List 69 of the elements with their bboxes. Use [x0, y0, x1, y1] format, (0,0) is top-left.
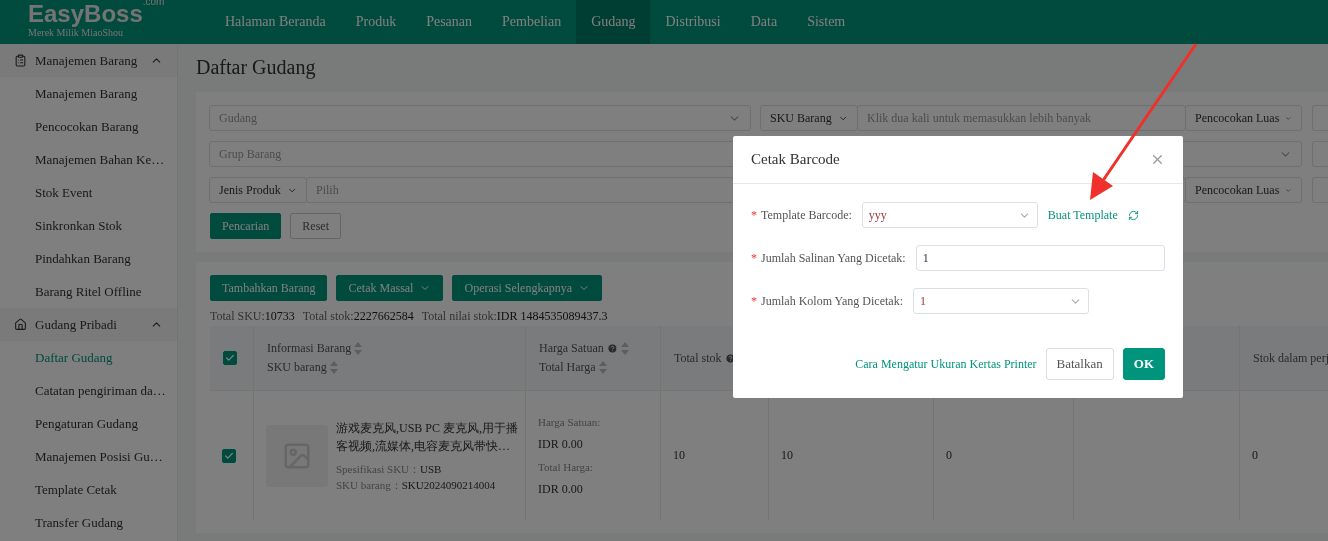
select-field[interactable]: SKU Barang [760, 105, 858, 131]
total-label: Total nilai stok: [421, 309, 497, 324]
column-title: Informasi Barang [267, 341, 352, 356]
select-field[interactable]: Pencocokan Luas [1185, 105, 1302, 131]
filter-button[interactable]: Pencarian [210, 213, 282, 239]
filter-button[interactable]: Reset [290, 213, 341, 239]
refresh-icon[interactable] [1127, 209, 1139, 221]
column-title: SKU barang [267, 360, 327, 375]
nav-tab[interactable]: Produk [340, 0, 412, 44]
nav-tab[interactable]: Halaman Beranda [210, 0, 341, 44]
help-link[interactable]: Cara Mengatur Ukuran Kertas Printer [855, 356, 1037, 372]
total-value: 2227662584 [353, 309, 414, 324]
nav-tab[interactable]: Gudang [576, 0, 651, 44]
total-value: IDR 1484535089437.3 [496, 309, 608, 324]
nav-tab[interactable]: Data [735, 0, 793, 44]
sort-icon[interactable] [329, 361, 338, 374]
total-label: Total SKU: [210, 309, 265, 324]
sidebar-group[interactable]: Manajemen Barang [0, 44, 177, 77]
house-icon [14, 318, 27, 331]
price-label: Total Harga: [538, 460, 594, 475]
field-label: * Template Barcode: [751, 207, 852, 223]
check-icon [225, 353, 235, 363]
close-icon[interactable] [1150, 152, 1165, 167]
checkbox[interactable] [223, 351, 237, 365]
image-placeholder [266, 424, 328, 487]
product-name: 游戏麦克风,USB PC 麦克风,用于播客视频,流媒体,电容麦克风带快… [336, 419, 520, 455]
group-title: Gudang Pribadi [35, 316, 118, 333]
group-title: Manajemen Barang [35, 52, 139, 69]
required-mark: * [751, 207, 757, 222]
required-mark: * [751, 293, 757, 308]
input-field[interactable]: 1 [915, 245, 1165, 271]
dialog-button[interactable]: OK [1122, 348, 1165, 380]
nav-tab[interactable]: Pesanan [411, 0, 488, 44]
select-field[interactable]: yyy [861, 202, 1038, 228]
tagline: Merek Milik MiaoShou [28, 27, 124, 39]
total-value: 10733 [264, 309, 295, 324]
select-field[interactable]: Pencocokan Luas [1185, 177, 1302, 203]
create-template-link[interactable]: Buat Template [1047, 207, 1118, 223]
table-cell: 0 [1240, 390, 1328, 520]
sort-icon[interactable] [598, 361, 607, 374]
select-field[interactable]: 1 [913, 288, 1089, 314]
nav-tab[interactable]: Distribusi [650, 0, 736, 44]
checkbox[interactable] [222, 448, 236, 463]
nav-tab[interactable]: Sistem [792, 0, 861, 44]
dialog-title: Cetak Barcode [751, 151, 840, 168]
select-field[interactable]: Jenis Produk [209, 177, 307, 203]
price-value: IDR 0.00 [538, 482, 584, 497]
page-title: Daftar Gudang [196, 56, 317, 79]
toolbar-button[interactable]: Tambahkan Barang [210, 275, 328, 301]
toolbar-button[interactable]: Cetak Massal [336, 275, 444, 301]
field-label: * Jumlah Kolom Yang Dicetak: [751, 293, 903, 309]
required-mark: * [751, 250, 757, 265]
toolbar-button[interactable]: Operasi Selengkapnya [452, 275, 603, 301]
column-title: Total Harga [539, 360, 596, 375]
total-label: Total stok: [302, 309, 354, 324]
column-title: Total stok [674, 350, 722, 366]
sort-icon[interactable] [620, 342, 629, 355]
sort-icon[interactable] [354, 342, 363, 355]
clipboard-icon [14, 54, 27, 67]
column-title: Stok dalam perj [1253, 350, 1328, 366]
logo: EasyBoss [28, 1, 143, 27]
sku-spec: Spesifikasi SKU：USB [336, 461, 443, 477]
dialog-button[interactable]: Batalkan [1045, 348, 1114, 380]
price-value: IDR 0.00 [538, 437, 584, 452]
field-label: * Jumlah Salinan Yang Dicetak: [751, 250, 906, 266]
column-title: Harga Satuan [539, 341, 604, 356]
sidebar-group[interactable]: Gudang Pribadi [0, 308, 177, 341]
logo-suffix: .com [142, 0, 165, 7]
check-icon [224, 450, 234, 461]
